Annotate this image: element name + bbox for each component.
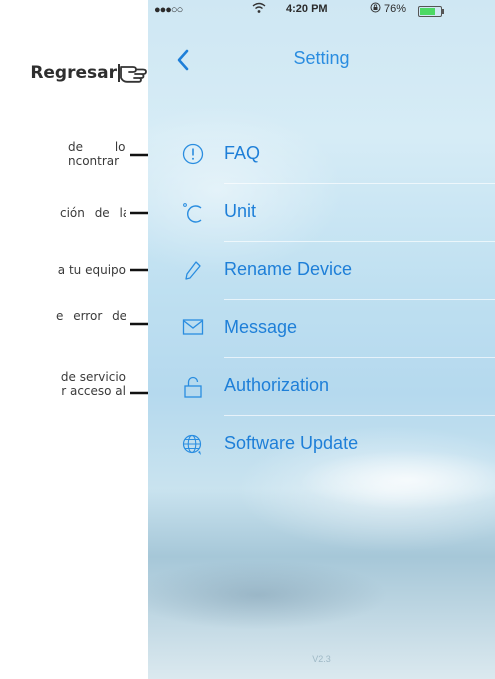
faq-annotation-line1: de los xyxy=(68,140,126,154)
app-version: V2.3 xyxy=(312,654,331,664)
battery-icon xyxy=(418,6,444,17)
faq-annotation-line2: ncontrar xyxy=(68,154,120,168)
menu-item-label: Rename Device xyxy=(224,259,353,279)
menu-item-label: Message xyxy=(224,317,298,337)
menu-item-label: FAQ xyxy=(224,143,261,163)
unlock-icon xyxy=(180,375,206,401)
background-shadow xyxy=(148,560,388,630)
pointing-hand-icon xyxy=(118,64,147,83)
menu-item-software-update[interactable]: Software Update xyxy=(148,416,495,474)
unit-annotation: ción de la xyxy=(60,206,126,220)
battery-fill xyxy=(420,8,435,15)
menu-item-rename-device[interactable]: Rename Device xyxy=(148,242,495,300)
signal-strength: ●●●○○ xyxy=(154,4,183,16)
phone-screen: ●●●○○ 4:20 PM 76% Setting FAQ Unit Renam… xyxy=(148,0,495,679)
battery-percent: 76% xyxy=(384,3,407,15)
status-bar: ●●●○○ 4:20 PM 76% xyxy=(148,0,495,20)
degree-celsius-icon xyxy=(180,201,206,227)
page-title: Setting xyxy=(293,48,350,68)
menu-item-authorization[interactable]: Authorization xyxy=(148,358,495,416)
rotation-lock-icon xyxy=(370,2,381,16)
menu-item-label: Authorization xyxy=(224,375,330,395)
authorization-annotation: de servicio r acceso al xyxy=(0,370,126,398)
settings-menu: FAQ Unit Rename Device Message Authoriza… xyxy=(148,126,495,474)
message-annotation: e error del xyxy=(56,309,126,323)
menu-item-message[interactable]: Message xyxy=(148,300,495,358)
authorization-annotation-line1: de servicio xyxy=(60,370,126,384)
wifi-icon xyxy=(252,2,266,17)
faq-annotation: de los ncontrar xyxy=(0,140,126,168)
rename-annotation: a tu equipo xyxy=(57,263,126,277)
info-circle-icon xyxy=(180,143,206,169)
mail-icon xyxy=(180,317,206,343)
status-time: 4:20 PM xyxy=(286,3,328,15)
back-annotation-label: Regresar xyxy=(30,63,117,83)
authorization-annotation-line2: r acceso al xyxy=(61,384,126,398)
menu-item-faq[interactable]: FAQ xyxy=(148,126,495,184)
menu-item-label: Software Update xyxy=(224,433,359,453)
navigation-bar: Setting xyxy=(148,40,495,80)
pencil-icon xyxy=(180,259,206,285)
menu-item-label: Unit xyxy=(224,201,257,221)
menu-item-unit[interactable]: Unit xyxy=(148,184,495,242)
globe-update-icon xyxy=(180,433,206,459)
